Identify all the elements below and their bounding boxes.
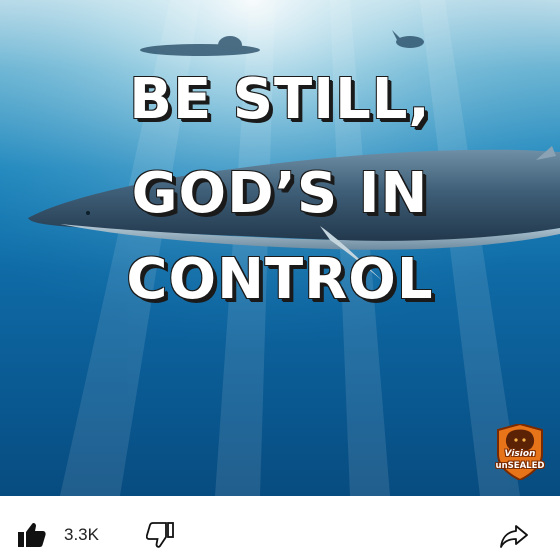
caption-line-1: BE STILL, [129,67,431,132]
caption-line-3: CONTROL [126,247,434,312]
action-bar: 3.3K [0,496,560,560]
like-count: 3.3K [64,525,99,544]
channel-logo: Vision unSEALED [490,422,550,482]
caption-line-2: GOD’S IN [131,161,429,226]
dislike-button[interactable] [146,522,174,548]
thumbs-down-icon [146,522,174,548]
thumbs-up-icon [18,522,46,547]
logo-text-unsealed: unSEALED [495,461,545,471]
share-button[interactable] [500,524,528,548]
video-frame[interactable]: BE STILL, GOD’S IN CONTROL Vision unSEAL… [0,0,560,496]
like-button[interactable]: 3.3K [18,522,99,548]
share-arrow-icon [500,525,528,548]
logo-text-vision: Vision [504,449,536,459]
